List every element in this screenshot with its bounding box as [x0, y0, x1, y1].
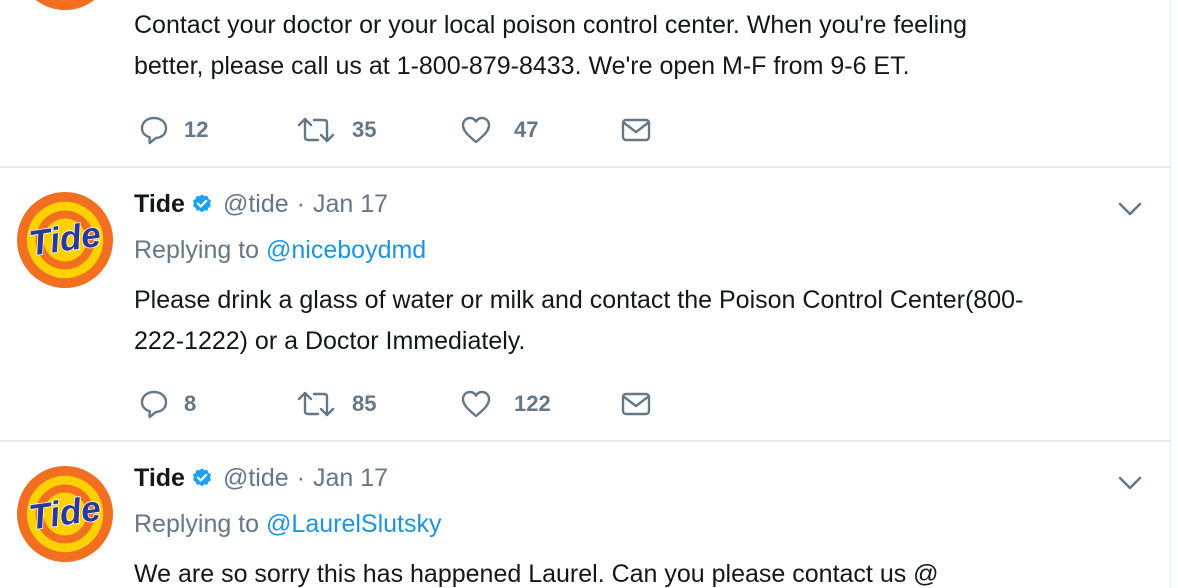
tweet-header: Tide @tide · Jan 17	[134, 188, 388, 220]
like-button[interactable]: 122	[460, 384, 551, 424]
verified-badge-icon	[191, 467, 213, 489]
envelope-icon	[620, 388, 652, 420]
reply-count: 8	[184, 391, 197, 416]
like-button[interactable]: 47	[460, 110, 538, 150]
like-count: 122	[514, 391, 551, 416]
envelope-icon	[620, 114, 652, 146]
author-handle[interactable]: @tide	[223, 464, 289, 493]
retweet-button[interactable]: 85	[296, 384, 376, 424]
like-count: 47	[514, 117, 539, 142]
tweet-date[interactable]: Jan 17	[313, 464, 388, 493]
tweet-text: We are so sorry this has happened Laurel…	[134, 560, 939, 588]
retweet-icon	[296, 388, 336, 420]
tide-logo-avatar[interactable]	[16, 191, 114, 289]
retweet-icon	[296, 114, 336, 146]
heart-icon	[460, 114, 492, 146]
author-name[interactable]: Tide	[134, 464, 185, 493]
mention-link[interactable]: @LaurelSlutsky	[266, 510, 441, 538]
replying-to-label: Replying to	[134, 510, 260, 538]
reply-button[interactable]: 12	[138, 110, 208, 150]
tweet-text: Please drink a glass of water or milk an…	[134, 286, 1024, 355]
reply-icon	[138, 388, 170, 420]
tweet-header: Tide @tide · Jan 17	[134, 462, 388, 494]
tweet-actions: 8 85 122	[0, 384, 1170, 424]
direct-message-button[interactable]	[620, 384, 652, 424]
tweet-date[interactable]: Jan 17	[313, 190, 388, 219]
reply-count: 12	[184, 117, 209, 142]
reply-button[interactable]: 8	[138, 384, 196, 424]
verified-badge-icon	[191, 193, 213, 215]
tweet[interactable]: Contact your doctor or your local poison…	[0, 0, 1170, 167]
direct-message-button[interactable]	[620, 110, 652, 150]
tide-logo-avatar[interactable]	[16, 0, 114, 11]
replying-to: Replying to @niceboydmd	[134, 236, 426, 265]
retweet-count: 35	[352, 117, 377, 142]
timeline: Contact your doctor or your local poison…	[0, 0, 1171, 588]
chevron-down-icon[interactable]	[1116, 469, 1144, 497]
replying-to-label: Replying to	[134, 236, 260, 264]
retweet-button[interactable]: 35	[296, 110, 376, 150]
author-name[interactable]: Tide	[134, 190, 185, 219]
reply-icon	[138, 114, 170, 146]
tweet-text: Contact your doctor or your local poison…	[134, 11, 967, 80]
mention-link[interactable]: @niceboydmd	[266, 236, 426, 264]
heart-icon	[460, 388, 492, 420]
tweet-actions: 12 35 47	[0, 110, 1170, 150]
tweet[interactable]: Tide @tide · Jan 17 Replying to @LaurelS…	[0, 442, 1170, 588]
replying-to: Replying to @LaurelSlutsky	[134, 510, 441, 539]
author-handle[interactable]: @tide	[223, 190, 289, 219]
tweet[interactable]: Tide @tide · Jan 17 Replying to @niceboy…	[0, 168, 1170, 440]
tide-logo-avatar[interactable]	[16, 465, 114, 563]
chevron-down-icon[interactable]	[1116, 195, 1144, 223]
separator: ·	[296, 463, 305, 492]
separator: ·	[296, 189, 305, 218]
retweet-count: 85	[352, 391, 377, 416]
column-border	[1170, 0, 1171, 588]
